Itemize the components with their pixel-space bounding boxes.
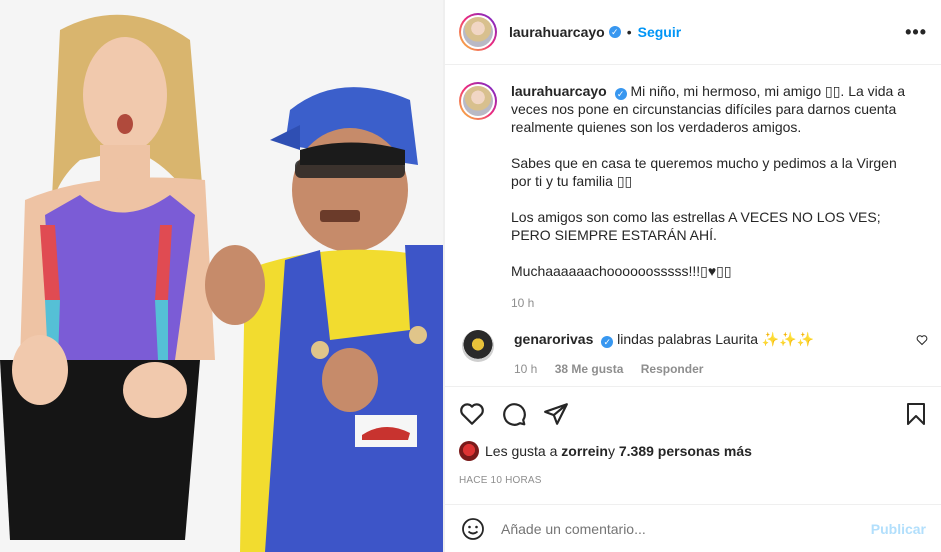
caption-avatar[interactable] bbox=[459, 82, 497, 120]
comment-body: genarorivas ✓ lindas palabras Laurita ✨✨… bbox=[514, 330, 916, 378]
likes-count[interactable]: 7.389 personas más bbox=[619, 443, 752, 459]
emoji-icon[interactable] bbox=[461, 517, 485, 541]
add-comment-bar: Publicar bbox=[445, 504, 941, 552]
likes-summary: Les gusta a zorrein y 7.389 personas más bbox=[459, 441, 928, 461]
post-image bbox=[0, 0, 443, 552]
comment-heart-icon[interactable] bbox=[916, 334, 928, 346]
comment-meta: 10 h 38 Me gusta Responder bbox=[514, 360, 916, 378]
comment-likes[interactable]: 38 Me gusta bbox=[555, 362, 624, 376]
comments-section[interactable]: laurahuarcayo ✓ Mi niño, mi hermoso, mi … bbox=[445, 66, 941, 386]
comment-text: lindas palabras Laurita ✨✨✨ bbox=[617, 331, 815, 347]
post-photo[interactable] bbox=[0, 0, 444, 552]
likes-middle: y bbox=[607, 443, 615, 459]
more-options-icon[interactable]: ••• bbox=[905, 22, 927, 43]
save-bookmark-icon[interactable] bbox=[904, 401, 928, 427]
comment-username[interactable]: genarorivas bbox=[514, 331, 593, 347]
caption-text-2: Sabes que en casa te queremos mucho y pe… bbox=[511, 155, 897, 189]
verified-icon: ✓ bbox=[601, 336, 614, 348]
caption-text-4: Muchaaaaaachoooooosssss!!!▯♥▯▯ bbox=[511, 263, 732, 279]
post-actions: Les gusta a zorrein y 7.389 personas más… bbox=[445, 386, 941, 506]
comment-input[interactable] bbox=[501, 520, 871, 537]
follow-button[interactable]: Seguir bbox=[638, 24, 682, 40]
action-icons bbox=[459, 399, 928, 429]
post-header: laurahuarcayo ✓ • Seguir ••• bbox=[445, 0, 941, 65]
post-timestamp[interactable]: HACE 10 HORAS bbox=[459, 475, 928, 486]
profile-avatar[interactable] bbox=[459, 13, 497, 51]
caption: laurahuarcayo ✓ Mi niño, mi hermoso, mi … bbox=[459, 82, 928, 312]
caption-body: laurahuarcayo ✓ Mi niño, mi hermoso, mi … bbox=[511, 82, 928, 312]
share-icon[interactable] bbox=[543, 401, 569, 427]
comment-time[interactable]: 10 h bbox=[514, 362, 537, 376]
verified-icon: ✓ bbox=[614, 88, 627, 100]
comment-item: genarorivas ✓ lindas palabras Laurita ✨✨… bbox=[459, 330, 928, 378]
likes-prefix: Les gusta a bbox=[485, 443, 558, 459]
caption-username[interactable]: laurahuarcayo bbox=[511, 83, 607, 99]
caption-text-3: Los amigos son como las estrellas A VECE… bbox=[511, 209, 881, 243]
liker-avatar[interactable] bbox=[459, 441, 479, 461]
caption-time[interactable]: 10 h bbox=[511, 294, 920, 312]
publish-button[interactable]: Publicar bbox=[871, 521, 926, 537]
post-details-panel: laurahuarcayo ✓ • Seguir ••• laurahuarca… bbox=[444, 0, 941, 552]
separator-dot: • bbox=[626, 24, 632, 40]
commenter-avatar[interactable] bbox=[462, 330, 494, 362]
comment-icon[interactable] bbox=[501, 401, 527, 427]
reply-button[interactable]: Responder bbox=[641, 362, 704, 376]
header-username[interactable]: laurahuarcayo bbox=[509, 24, 605, 40]
liker-username[interactable]: zorrein bbox=[561, 443, 608, 459]
verified-icon: ✓ bbox=[608, 26, 621, 38]
like-heart-icon[interactable] bbox=[459, 401, 485, 427]
